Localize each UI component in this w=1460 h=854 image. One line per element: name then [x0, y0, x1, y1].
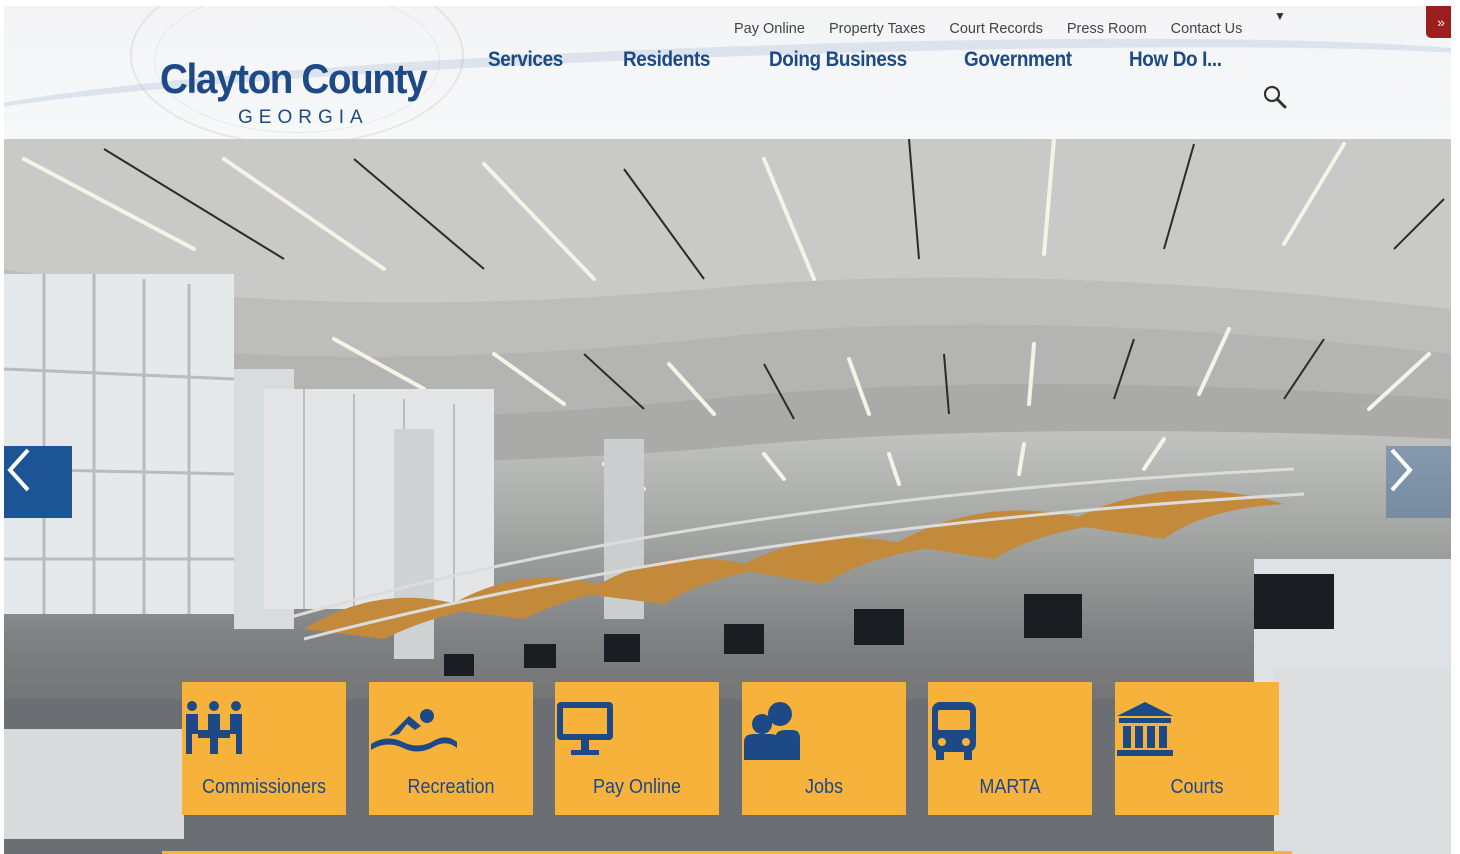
alert-tab[interactable]: » [1426, 6, 1451, 38]
chevron-right-icon [1390, 448, 1413, 492]
quick-link-jobs[interactable]: Jobs [742, 682, 906, 815]
hero-slideshow: Commissioners Recreation Pay Online Jobs… [4, 139, 1451, 854]
people-icon [744, 702, 800, 760]
utility-link-press-room[interactable]: Press Room [1067, 21, 1147, 37]
nav-services[interactable]: Services [488, 48, 563, 72]
utility-link-pay-online[interactable]: Pay Online [734, 21, 805, 37]
quick-link-marta[interactable]: MARTA [928, 682, 1092, 815]
utility-nav: Pay Online Property Taxes Court Records … [734, 21, 1242, 37]
nav-how-do-i[interactable]: How Do I... [1129, 48, 1222, 72]
nav-doing-business[interactable]: Doing Business [769, 48, 907, 72]
site-header: Clayton County GEORGIA Pay Online Proper… [4, 6, 1451, 139]
slideshow-next-button[interactable] [1386, 446, 1451, 518]
caret-down-icon[interactable]: ▼ [1274, 9, 1286, 23]
site-logo[interactable]: Clayton County GEORGIA [160, 55, 449, 129]
nav-government[interactable]: Government [964, 48, 1072, 72]
quick-link-courts[interactable]: Courts [1115, 682, 1279, 815]
double-chevron-down-icon: » [1437, 14, 1445, 30]
quick-link-label: Jobs [804, 776, 844, 798]
quick-link-recreation[interactable]: Recreation [369, 682, 533, 815]
logo-subtitle: GEORGIA [238, 107, 369, 128]
quick-link-label: Pay Online [592, 776, 682, 798]
quick-link-label: Recreation [407, 776, 495, 798]
meeting-table-icon [186, 701, 242, 754]
courthouse-icon [1117, 702, 1173, 756]
quick-link-commissioners[interactable]: Commissioners [182, 682, 346, 815]
chevron-left-icon [7, 448, 30, 492]
quick-link-label: MARTA [979, 776, 1041, 798]
swimmer-icon [371, 709, 457, 752]
utility-link-court-records[interactable]: Court Records [949, 21, 1042, 37]
quick-link-label: Courts [1170, 776, 1224, 798]
browser-viewport: Clayton County GEORGIA Pay Online Proper… [4, 6, 1451, 854]
slideshow-prev-button[interactable] [4, 446, 72, 518]
quick-link-label: Commissioners [201, 776, 327, 798]
monitor-icon [557, 702, 613, 755]
utility-link-contact-us[interactable]: Contact Us [1171, 21, 1243, 37]
bus-icon [932, 702, 976, 760]
search-icon[interactable] [1262, 84, 1288, 110]
nav-residents[interactable]: Residents [623, 48, 710, 72]
quick-link-pay-online[interactable]: Pay Online [555, 682, 719, 815]
utility-link-property-taxes[interactable]: Property Taxes [829, 21, 925, 37]
logo-title: Clayton County [160, 55, 428, 102]
